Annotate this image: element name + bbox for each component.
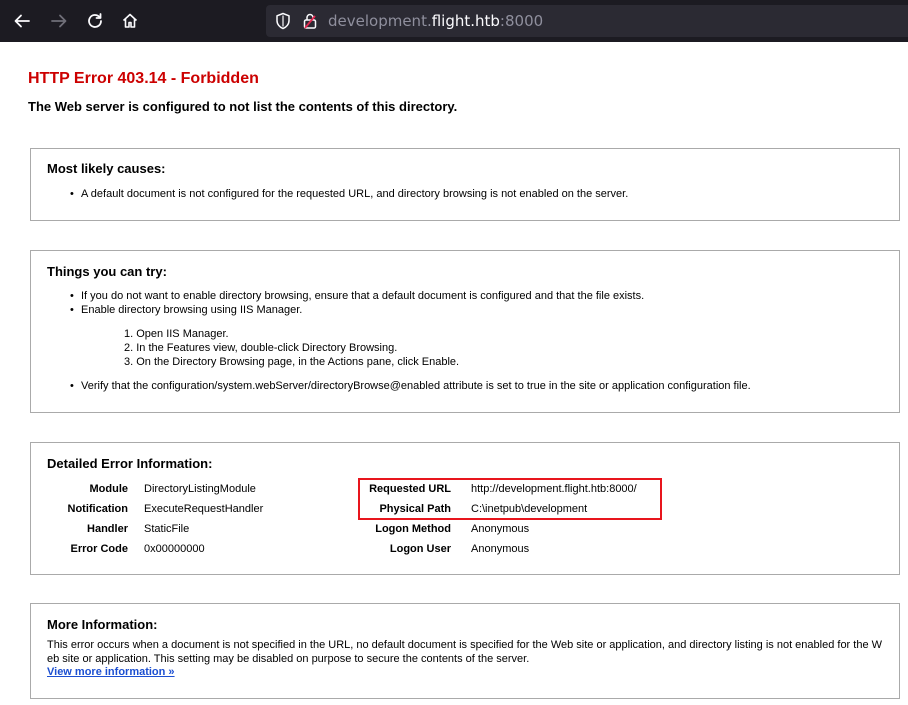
try-step: 2. In the Features view, double-click Di… (124, 342, 398, 354)
shield-icon[interactable] (274, 12, 292, 30)
causes-heading: Most likely causes: (47, 161, 166, 176)
detail-value-logon-user: Anonymous (471, 543, 530, 555)
detail-label-error-code: Error Code (70, 543, 128, 555)
try-step: 1. Open IIS Manager. (124, 328, 229, 340)
view-more-information-link[interactable]: View more information » (47, 666, 175, 678)
browser-toolbar: development.flight.htb:8000 (0, 0, 908, 42)
detail-value-logon-method: Anonymous (471, 523, 530, 535)
try-item: If you do not want to enable directory b… (70, 289, 644, 303)
forward-arrow-icon[interactable] (47, 9, 71, 33)
details-box: Detailed Error Information: Module Direc… (30, 442, 900, 575)
detail-label-notification: Notification (67, 503, 129, 515)
try-item: Verify that the configuration/system.web… (70, 379, 751, 393)
url-subdomain: development. (328, 12, 432, 30)
detail-label-module: Module (89, 483, 129, 495)
more-info-box: More Information: This error occurs when… (30, 603, 900, 699)
url-domain: flight.htb (431, 12, 500, 30)
detail-label-logon-method: Logon Method (375, 523, 451, 535)
details-heading: Detailed Error Information: (47, 456, 213, 471)
url-port: :8000 (499, 12, 544, 30)
causes-item: A default document is not configured for… (70, 187, 628, 201)
error-subtitle: The Web server is configured to not list… (28, 99, 458, 114)
causes-box: Most likely causes: A default document i… (30, 148, 900, 221)
try-box: Things you can try: If you do not want t… (30, 250, 900, 413)
address-bar[interactable]: development.flight.htb:8000 (266, 5, 908, 37)
try-heading: Things you can try: (47, 264, 167, 279)
back-arrow-icon[interactable] (10, 9, 34, 33)
highlight-box (358, 478, 662, 520)
detail-label-handler: Handler (87, 523, 128, 535)
home-icon[interactable] (118, 9, 142, 33)
try-step: 3. On the Directory Browsing page, in th… (124, 356, 460, 368)
more-info-heading: More Information: (47, 617, 158, 632)
detail-value-module: DirectoryListingModule (144, 483, 256, 495)
lock-icon[interactable] (301, 12, 319, 30)
url-text[interactable]: development.flight.htb:8000 (328, 11, 543, 31)
detail-value-notification: ExecuteRequestHandler (144, 503, 264, 515)
try-item: Enable directory browsing using IIS Mana… (70, 303, 302, 317)
reload-icon[interactable] (83, 9, 107, 33)
error-title: HTTP Error 403.14 - Forbidden (28, 70, 259, 87)
more-info-text: This error occurs when a document is not… (47, 639, 883, 665)
detail-value-handler: StaticFile (144, 523, 190, 535)
detail-label-logon-user: Logon User (389, 543, 451, 555)
detail-value-error-code: 0x00000000 (144, 543, 205, 555)
